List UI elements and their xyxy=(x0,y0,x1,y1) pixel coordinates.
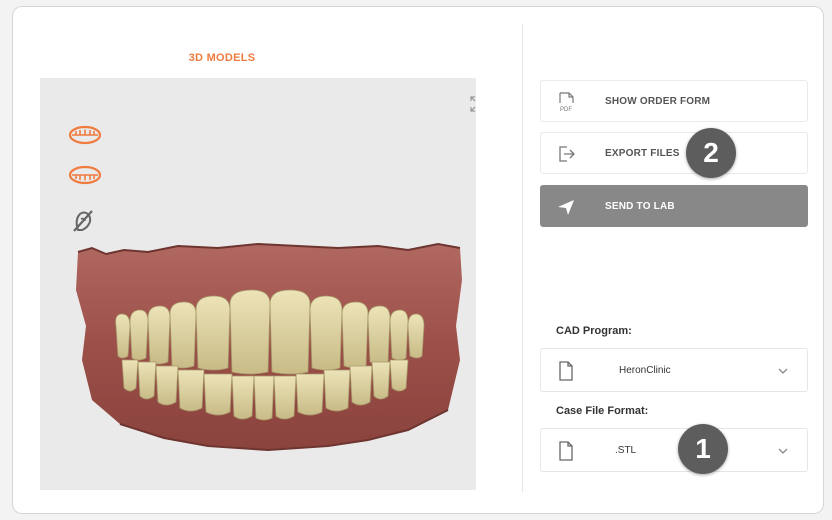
case-file-format-select[interactable]: .STL xyxy=(540,428,808,472)
export-icon xyxy=(559,146,575,162)
show-order-form-label: SHOW ORDER FORM xyxy=(605,96,711,107)
send-to-lab-label: SEND TO LAB xyxy=(605,201,675,212)
expand-icon[interactable] xyxy=(468,94,476,114)
export-files-label: EXPORT FILES xyxy=(605,148,680,159)
hide-visibility-icon[interactable] xyxy=(70,208,96,234)
3d-dental-model[interactable] xyxy=(68,240,468,455)
case-file-format-label: Case File Format: xyxy=(556,405,649,417)
cad-program-label: CAD Program: xyxy=(556,325,632,337)
panel-title: 3D MODELS xyxy=(188,52,256,64)
pdf-icon-label: PDF xyxy=(560,107,572,113)
send-to-lab-button[interactable]: SEND TO LAB xyxy=(540,185,808,227)
file-icon xyxy=(559,361,573,381)
show-order-form-button[interactable]: PDF SHOW ORDER FORM xyxy=(540,80,808,122)
upper-jaw-icon[interactable] xyxy=(68,124,102,146)
chevron-down-icon[interactable] xyxy=(777,445,789,457)
cad-program-select[interactable]: HeronClinic xyxy=(540,348,808,392)
send-icon xyxy=(558,200,574,215)
case-file-format-value: .STL xyxy=(615,445,637,456)
callout-badge-2: 2 xyxy=(686,128,736,178)
model-viewer[interactable] xyxy=(40,78,476,490)
pdf-icon: PDF xyxy=(559,92,574,113)
file-icon xyxy=(559,441,573,461)
column-divider xyxy=(522,24,523,492)
lower-jaw-icon[interactable] xyxy=(68,164,102,186)
callout-badge-1: 1 xyxy=(678,424,728,474)
export-files-button[interactable]: EXPORT FILES xyxy=(540,132,808,174)
chevron-down-icon[interactable] xyxy=(777,365,789,377)
cad-program-value: HeronClinic xyxy=(619,365,671,376)
